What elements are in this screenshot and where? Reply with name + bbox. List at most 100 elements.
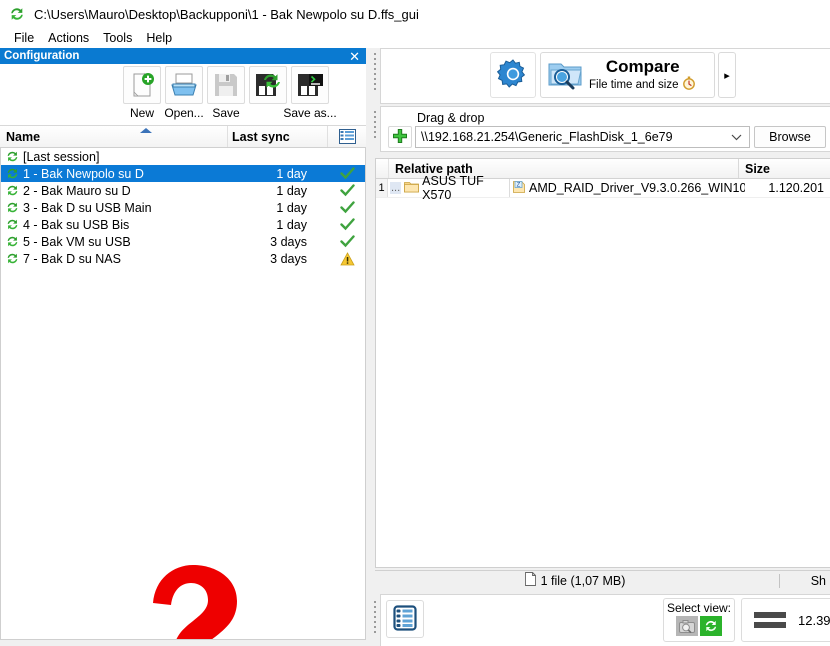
list-item[interactable]: 4 - Bak su USB Bis 1 day bbox=[1, 216, 365, 233]
save-config-button[interactable]: Save bbox=[205, 64, 247, 122]
list-item[interactable]: 1 - Bak Newpolo su D 1 day bbox=[1, 165, 365, 182]
sync-refresh-icon bbox=[1, 200, 23, 215]
list-item-last-sync: 1 day bbox=[276, 183, 307, 198]
file-grid[interactable]: Relative path Size 1 ... ASUS TUF X570 Z… bbox=[375, 158, 830, 568]
table-row[interactable]: 1 ... ASUS TUF X570 Z AMD_RAID_Driver_V9… bbox=[376, 174, 830, 202]
open-folder-icon bbox=[165, 66, 203, 104]
freefilesync-window: C:\Users\Mauro\Desktop\Backupponi\1 - Ba… bbox=[0, 0, 830, 646]
row-directory-name: ASUS TUF X570 bbox=[422, 174, 484, 202]
source-path-combobox[interactable]: \\192.168.21.254\Generic_FlashDisk_1_6e7… bbox=[415, 126, 750, 148]
toolbar-overflow-button[interactable]: ▸ bbox=[718, 52, 736, 98]
svg-text:Z: Z bbox=[517, 182, 521, 188]
preview-camera-icon[interactable] bbox=[676, 616, 698, 636]
status-badge-warning-icon bbox=[329, 251, 365, 266]
column-header-last-sync[interactable]: Last sync bbox=[228, 126, 328, 147]
list-item[interactable]: 5 - Bak VM su USB 3 days bbox=[1, 233, 365, 250]
new-config-button[interactable]: New bbox=[121, 64, 163, 122]
item-count-value: 12.391 bbox=[798, 612, 830, 628]
select-view-label: Select view: bbox=[666, 601, 732, 615]
save-as-icon bbox=[291, 66, 329, 104]
equals-bars-icon bbox=[754, 612, 786, 628]
row-file-size: 1.120.201 bbox=[768, 181, 824, 195]
list-item[interactable]: 2 - Bak Mauro su D 1 day bbox=[1, 182, 365, 199]
red-question-mark-annotation bbox=[136, 563, 241, 639]
new-config-label: New bbox=[129, 106, 154, 120]
list-item[interactable]: 3 - Bak D su USB Main 1 day bbox=[1, 199, 365, 216]
status-badge-check-icon bbox=[329, 184, 365, 197]
sort-ascending-icon bbox=[140, 128, 152, 133]
list-item-last-sync: 1 day bbox=[276, 200, 307, 215]
list-item-name: 3 - Bak D su USB Main bbox=[23, 200, 152, 215]
configuration-list-header: Name Last sync bbox=[0, 126, 366, 148]
item-count-box[interactable]: 12.391 bbox=[741, 598, 830, 642]
column-header-size[interactable]: Size bbox=[739, 159, 830, 178]
splitter-gripper-toolbar[interactable] bbox=[372, 50, 378, 102]
sync-refresh-icon bbox=[1, 183, 23, 198]
sync-refresh-icon bbox=[1, 149, 23, 164]
row-file-cell: Z AMD_RAID_Driver_V9.3.0.266_WIN10_WI... bbox=[510, 180, 745, 197]
menu-file[interactable]: File bbox=[8, 30, 42, 46]
list-item-last-sync: 1 day bbox=[276, 166, 307, 181]
select-view-group: Select view: bbox=[663, 598, 735, 642]
save-disk-icon bbox=[207, 66, 245, 104]
stopwatch-icon bbox=[682, 76, 696, 94]
compare-subtitle: File time and size bbox=[589, 78, 679, 91]
zip-archive-icon: Z bbox=[512, 180, 526, 197]
open-config-button[interactable]: Open... bbox=[163, 64, 205, 122]
menu-bar: File Actions Tools Help bbox=[0, 28, 830, 48]
title-bar: C:\Users\Mauro\Desktop\Backupponi\1 - Ba… bbox=[0, 0, 830, 28]
sync-refresh-icon bbox=[1, 234, 23, 249]
status-bar: 1 file (1,07 MB) Sh bbox=[375, 570, 830, 590]
drag-drop-label: Drag & drop bbox=[417, 111, 485, 125]
configuration-toolbar: New Open... Save Save as... bbox=[0, 64, 366, 126]
folder-search-icon bbox=[547, 58, 583, 93]
sync-refresh-icon bbox=[1, 166, 23, 181]
status-summary: 1 file (1,07 MB) bbox=[540, 573, 626, 588]
configuration-list[interactable]: [Last session] 1 - Bak Newpolo su D 1 da… bbox=[0, 148, 366, 640]
sync-refresh-icon bbox=[1, 251, 23, 266]
close-icon[interactable]: ✕ bbox=[347, 50, 362, 63]
save-as-label: Save as... bbox=[283, 106, 337, 120]
chevron-down-icon[interactable] bbox=[723, 134, 749, 141]
save-sync-icon bbox=[249, 66, 287, 104]
status-divider bbox=[779, 574, 780, 588]
list-item-last-sync: 3 days bbox=[270, 251, 307, 266]
settings-button[interactable] bbox=[490, 52, 536, 98]
row-number: 1 bbox=[376, 179, 388, 197]
menu-help[interactable]: Help bbox=[140, 30, 180, 46]
list-item-name: 4 - Bak su USB Bis bbox=[23, 217, 130, 232]
configuration-title: Configuration bbox=[4, 50, 80, 62]
sync-refresh-icon bbox=[8, 5, 26, 23]
configuration-pane: Configuration ✕ New Open... Save Save as… bbox=[0, 48, 366, 646]
menu-actions[interactable]: Actions bbox=[42, 30, 97, 46]
browse-label: Browse bbox=[769, 130, 811, 144]
list-item-name: [Last session] bbox=[23, 149, 100, 164]
row-file-name: AMD_RAID_Driver_V9.3.0.266_WIN10_WI... bbox=[529, 181, 745, 195]
new-document-icon bbox=[123, 66, 161, 104]
add-folder-pair-button[interactable] bbox=[388, 126, 412, 148]
window-title: C:\Users\Mauro\Desktop\Backupponi\1 - Ba… bbox=[34, 6, 419, 22]
log-button[interactable] bbox=[386, 600, 424, 638]
save-as-button[interactable]: Save as... bbox=[283, 64, 337, 122]
file-icon bbox=[524, 571, 537, 589]
sync-refresh-icon[interactable] bbox=[700, 616, 722, 636]
list-item[interactable]: [Last session] bbox=[1, 148, 365, 165]
chevron-right-icon: ▸ bbox=[724, 69, 730, 82]
list-item-name: 2 - Bak Mauro su D bbox=[23, 183, 131, 198]
browse-button[interactable]: Browse bbox=[754, 126, 826, 148]
path-ellipsis: ... bbox=[390, 182, 402, 194]
menu-tools[interactable]: Tools bbox=[97, 30, 140, 46]
splitter-gripper-bottom[interactable] bbox=[372, 598, 378, 646]
row-number-header bbox=[376, 159, 389, 178]
status-badge-check-icon bbox=[329, 167, 365, 180]
column-header-last-sync-label: Last sync bbox=[232, 129, 290, 144]
splitter-gripper-dragdrop[interactable] bbox=[372, 108, 378, 150]
list-view-icon[interactable] bbox=[328, 126, 366, 147]
list-item-name: 5 - Bak VM su USB bbox=[23, 234, 131, 249]
save-config-label: Save bbox=[212, 106, 240, 120]
source-path-value: \\192.168.21.254\Generic_FlashDisk_1_6e7… bbox=[421, 130, 673, 144]
compare-button[interactable]: Compare File time and size bbox=[540, 52, 715, 98]
list-item[interactable]: 7 - Bak D su NAS 3 days bbox=[1, 250, 365, 267]
column-header-name[interactable]: Name bbox=[0, 126, 228, 147]
list-item-last-sync: 3 days bbox=[270, 234, 307, 249]
